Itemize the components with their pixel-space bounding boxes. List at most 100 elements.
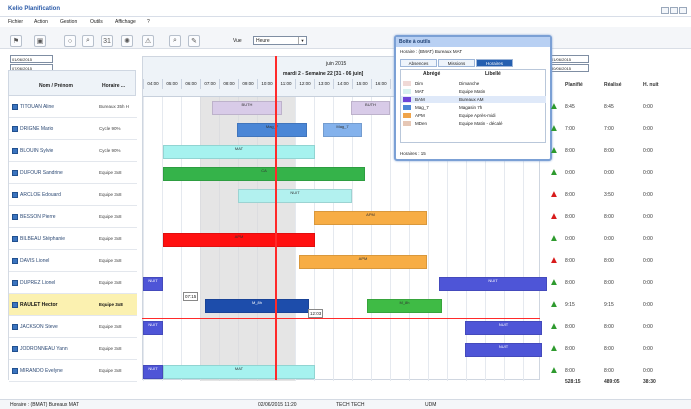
tab-missions[interactable]: Missions bbox=[438, 59, 475, 67]
hours-real: 8:00 bbox=[604, 148, 614, 154]
warning-icon[interactable]: ▲ bbox=[549, 123, 559, 134]
schedule-bar[interactable]: Mag_7 bbox=[237, 123, 307, 137]
popup-list-item[interactable]: MDen Equipe Matin - décalé bbox=[401, 120, 546, 127]
warning-icon[interactable]: ▲ bbox=[549, 101, 559, 112]
hour-label: 10:00 bbox=[257, 79, 276, 89]
marker-start[interactable]: 07:15 bbox=[183, 292, 199, 301]
table-row[interactable]: DAVIS Lionel Equipe 3x8 bbox=[9, 250, 137, 272]
schedule-bar[interactable]: BUTH bbox=[212, 101, 282, 115]
popup-label: Equipe Matin - décalé bbox=[459, 121, 503, 126]
table-row[interactable]: ARCLOE Edouard Equipe 3x8 bbox=[9, 184, 137, 206]
table-row[interactable]: DUFOUR Sandrine Equipe 3x8 bbox=[9, 162, 137, 184]
table-row[interactable]: DRIGNE Mario Cycle 90% bbox=[9, 118, 137, 140]
schedule-bar[interactable]: NUIT bbox=[143, 365, 163, 379]
status-schedule: Horaire : (BMAT) Bureaux MAT bbox=[10, 402, 79, 408]
tab-absences[interactable]: Absences bbox=[400, 59, 437, 67]
warning-icon[interactable]: ▲ bbox=[549, 211, 559, 222]
grid-line bbox=[333, 97, 334, 381]
hours-real: 3:50 bbox=[604, 192, 614, 198]
popup-list-item[interactable]: BAM Bureaux AM bbox=[401, 96, 546, 103]
hours-night: 0:00 bbox=[643, 324, 653, 330]
warning-icon[interactable]: ▲ bbox=[549, 145, 559, 156]
menu-gestion[interactable]: Gestion bbox=[60, 19, 77, 25]
popup-list-item[interactable]: MAT Equipe Matin bbox=[401, 88, 546, 95]
gear-icon[interactable]: ✺ bbox=[121, 35, 133, 47]
edit-icon[interactable]: ✎ bbox=[188, 35, 200, 47]
warning-icon[interactable]: ▲ bbox=[549, 365, 559, 376]
schedule-bar[interactable]: M_8h bbox=[205, 299, 309, 313]
people-icon[interactable]: ⚑ bbox=[10, 35, 22, 47]
schedule-bar[interactable]: APM bbox=[314, 211, 427, 225]
menu-action[interactable]: Action bbox=[34, 19, 48, 25]
table-row[interactable]: RAULET Hector Equipe 3x8 bbox=[9, 294, 137, 316]
employee-name: JODRONNEAU Yann bbox=[20, 346, 68, 352]
table-row[interactable]: BILBEAU Stéphanie Equipe 3x8 bbox=[9, 228, 137, 250]
table-row[interactable]: BESSON Pierre Equipe 3x8 bbox=[9, 206, 137, 228]
chevron-down-icon[interactable]: ▼ bbox=[298, 37, 306, 44]
table-row[interactable]: DUPREZ Lionel Equipe 3x8 bbox=[9, 272, 137, 294]
schedule-bar[interactable]: NUIT bbox=[439, 277, 547, 291]
menu-fichier[interactable]: Fichier bbox=[8, 19, 23, 25]
warning-icon[interactable]: ▲ bbox=[549, 321, 559, 332]
menu-outils[interactable]: Outils bbox=[90, 19, 103, 25]
popup-list-item[interactable]: Mag_7 Magasin 7h bbox=[401, 104, 546, 111]
schedule-bar[interactable]: NUIT bbox=[238, 189, 352, 203]
marker-end[interactable]: 12:03 bbox=[308, 309, 324, 318]
calendar-icon[interactable]: 31 bbox=[101, 35, 113, 47]
circle-icon[interactable]: ○ bbox=[64, 35, 76, 47]
transport-icon[interactable]: ▣ bbox=[34, 35, 46, 47]
toolbox-popup[interactable]: Boîte à outils Horaire : (BMAT) Bureaux … bbox=[394, 35, 552, 161]
close-button[interactable] bbox=[679, 7, 687, 14]
schedule-bar[interactable]: APM bbox=[299, 255, 427, 269]
popup-list-item[interactable]: Dim Dimanche bbox=[401, 80, 546, 87]
grid-line bbox=[390, 97, 391, 381]
table-row[interactable]: MIRANDO Evelyne Equipe 3x8 bbox=[9, 360, 137, 382]
menu-help[interactable]: ? bbox=[147, 19, 150, 25]
warning-icon[interactable]: ▲ bbox=[549, 343, 559, 354]
table-row[interactable]: JODRONNEAU Yann Equipe 3x8 bbox=[9, 338, 137, 360]
view-select[interactable]: Heure ▼ bbox=[253, 36, 307, 45]
warning-icon[interactable]: ⚠ bbox=[142, 35, 154, 47]
status-mode: UDM bbox=[425, 402, 437, 408]
menu-bar bbox=[0, 17, 691, 27]
employee-schedule: Equipe 3x8 bbox=[99, 280, 122, 285]
table-row[interactable]: TITOUAN Aline Bureaux 35h H bbox=[9, 96, 137, 118]
date-from-right[interactable]: 01/06/2015 bbox=[549, 55, 589, 63]
warning-icon[interactable]: ▲ bbox=[549, 233, 559, 244]
table-row[interactable]: BLOUIN Sylvie Cycle 90% bbox=[9, 140, 137, 162]
schedule-bar[interactable]: NUIT bbox=[465, 321, 542, 335]
employee-icon bbox=[12, 104, 18, 110]
schedule-bar[interactable]: MAT bbox=[163, 145, 315, 159]
schedule-bar[interactable]: MAT bbox=[163, 365, 315, 379]
employee-schedule: Equipe 3x8 bbox=[99, 324, 122, 329]
menu-affichage[interactable]: Affichage bbox=[115, 19, 136, 25]
hours-real: 8:00 bbox=[604, 346, 614, 352]
employee-icon bbox=[12, 236, 18, 242]
schedule-bar[interactable]: APM bbox=[163, 233, 315, 247]
date-from-left[interactable]: 01/06/2015 bbox=[10, 55, 53, 63]
warning-icon[interactable]: ▲ bbox=[549, 255, 559, 266]
schedule-bar[interactable]: NUIT bbox=[143, 277, 163, 291]
warning-icon[interactable]: ▲ bbox=[549, 167, 559, 178]
header-realized: Réalisé bbox=[604, 82, 622, 88]
popup-short: MAT bbox=[415, 89, 425, 94]
schedule-bar[interactable]: CA bbox=[163, 167, 365, 181]
tab-horaires[interactable]: Horaires bbox=[476, 59, 513, 67]
popup-short: APM bbox=[415, 113, 425, 118]
maximize-button[interactable] bbox=[670, 7, 678, 14]
schedule-bar[interactable]: BUTH bbox=[351, 101, 390, 115]
table-row[interactable]: JACKSON Steve Equipe 3x8 bbox=[9, 316, 137, 338]
schedule-bar[interactable]: NUIT bbox=[465, 343, 542, 357]
hours-plan: 8:00 bbox=[565, 346, 575, 352]
schedule-bar[interactable]: NUIT bbox=[143, 321, 163, 335]
minimize-button[interactable] bbox=[661, 7, 669, 14]
warning-icon[interactable]: ▲ bbox=[549, 277, 559, 288]
warning-icon[interactable]: ▲ bbox=[549, 299, 559, 310]
schedule-bar[interactable]: Mag_7 bbox=[323, 123, 362, 137]
search-icon[interactable]: ⌕ bbox=[82, 35, 94, 47]
warning-icon[interactable]: ▲ bbox=[549, 189, 559, 200]
employee-icon bbox=[12, 214, 18, 220]
schedule-bar[interactable]: M_8h bbox=[367, 299, 442, 313]
popup-list-item[interactable]: APM Equipe Après-midi bbox=[401, 112, 546, 119]
zoom-icon[interactable]: ⌕ bbox=[169, 35, 181, 47]
